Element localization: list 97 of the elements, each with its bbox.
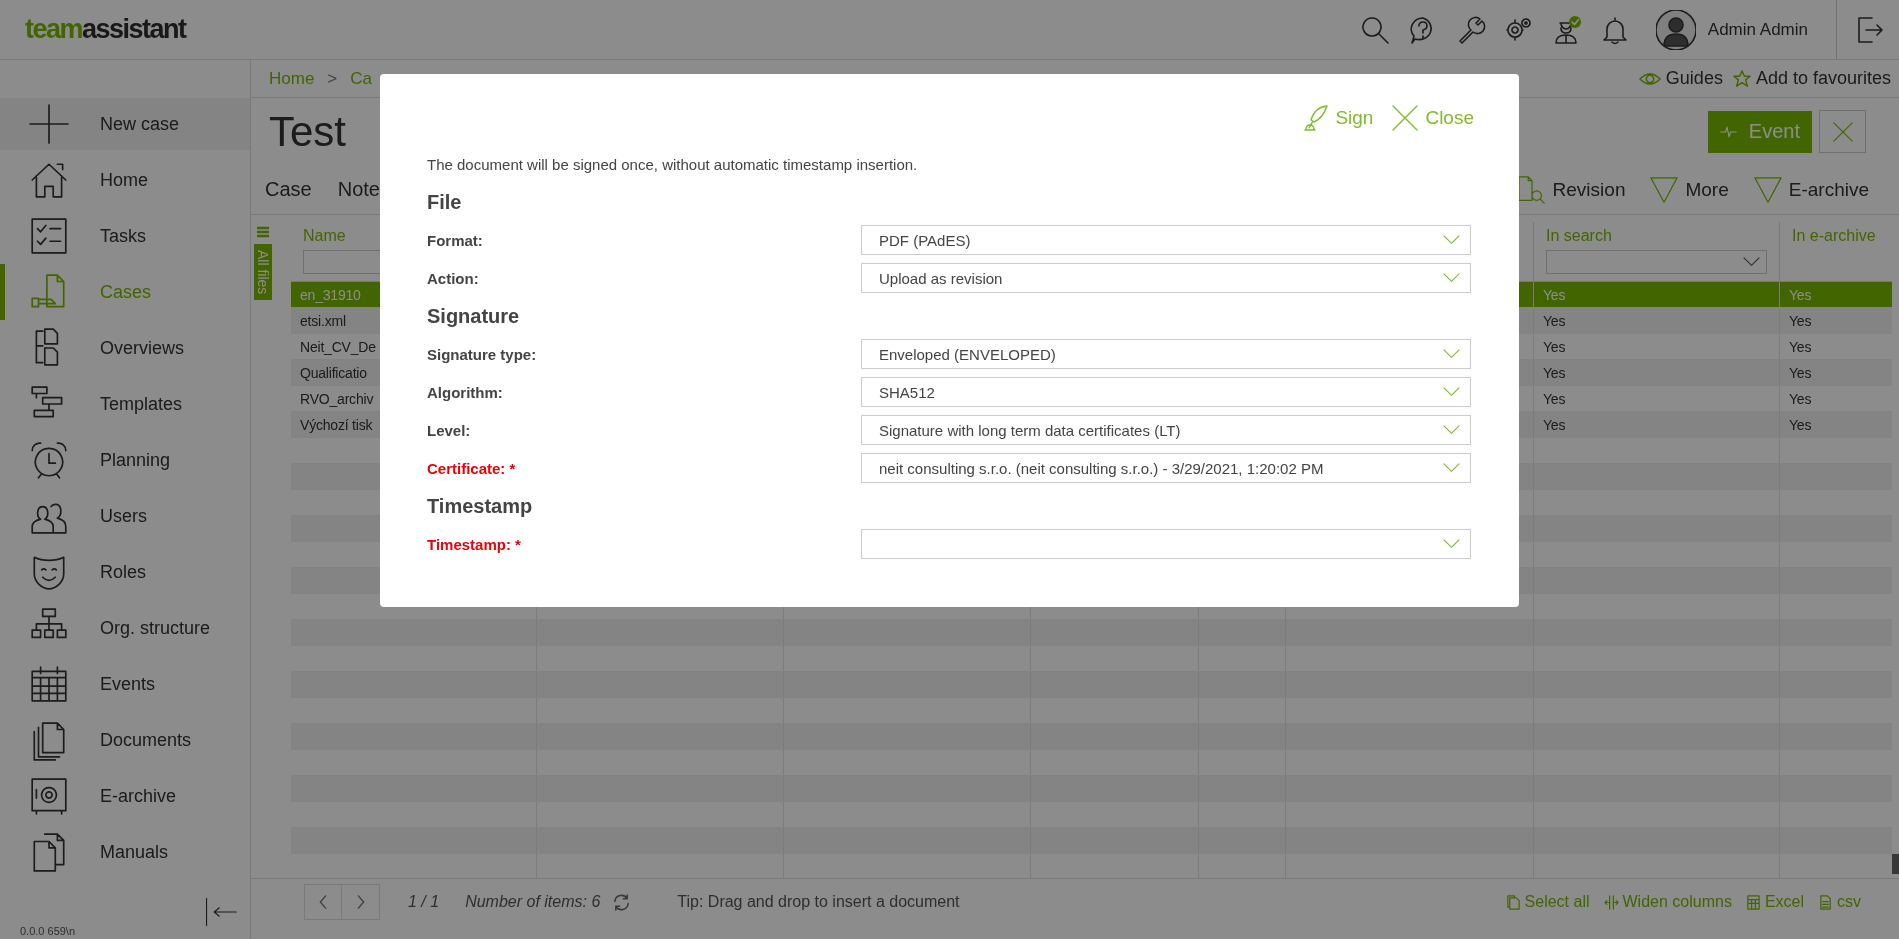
field-label: Algorithm:	[427, 383, 503, 401]
chevron-down-icon	[1443, 273, 1460, 283]
table-cell: etsi.xml	[300, 313, 346, 329]
page-indicator: 1 / 1	[408, 893, 440, 911]
chevron-down-icon	[1443, 349, 1460, 359]
field-label: Certificate: *	[427, 459, 516, 477]
version-text: 0.0.0 659\n	[20, 925, 76, 937]
table-cell: en_31910	[300, 287, 361, 303]
collapse-icon[interactable]	[204, 897, 238, 927]
breadcrumb-separator: >	[327, 68, 338, 89]
close-icon	[1391, 104, 1420, 132]
dropdown-field[interactable]	[861, 529, 1471, 559]
page-link[interactable]: Guides	[1638, 68, 1723, 89]
close-icon	[1831, 120, 1854, 143]
copy-icon	[1505, 894, 1521, 910]
nav-icon	[28, 439, 70, 481]
sidebar-item[interactable]: Planning	[0, 432, 250, 488]
user-name[interactable]: Admin Admin	[1707, 19, 1808, 40]
toolbar-button[interactable]: More	[1649, 174, 1729, 205]
sidebar-item[interactable]: Users	[0, 488, 250, 544]
sidebar-item[interactable]: Templates	[0, 376, 250, 432]
table-cell: Yes	[1543, 287, 1566, 303]
dropdown-field[interactable]: PDF (PAdES)	[861, 225, 1471, 255]
scrollbar-thumb[interactable]	[1892, 854, 1899, 874]
tab[interactable]: Case	[265, 178, 312, 201]
chevron-down-icon	[1443, 387, 1460, 397]
refresh-icon[interactable]	[612, 892, 632, 912]
field-label: Level:	[427, 421, 471, 439]
logout-icon[interactable]	[1855, 14, 1885, 45]
sidebar-item[interactable]: Tasks	[0, 208, 250, 264]
dropdown-field[interactable]: Upload as revision	[861, 263, 1471, 293]
table-cell: Neit_CV_De	[300, 339, 376, 355]
triangle-icon	[1752, 174, 1783, 205]
item-count: Number of items: 6	[465, 893, 601, 911]
table-cell: Yes	[1543, 313, 1566, 329]
page-link[interactable]: Add to favourites	[1732, 68, 1891, 89]
triangle-icon	[1649, 174, 1680, 205]
table-cell: Yes	[1789, 313, 1812, 329]
sidebar-item[interactable]: Manuals	[0, 824, 250, 880]
chevron-down-icon	[1443, 539, 1460, 549]
sidebar-item[interactable]: Org. structure	[0, 600, 250, 656]
search-icon[interactable]	[1359, 14, 1390, 45]
section-heading: Timestamp	[427, 494, 534, 519]
dialog-note: The document will be signed once, without automatic timestamp insertion.	[427, 156, 919, 173]
columns-icon	[1603, 894, 1619, 910]
table-cell: Qualificatio	[300, 365, 367, 381]
field-label: Timestamp: *	[427, 535, 521, 553]
chevron-right-icon	[355, 895, 366, 909]
nav-icon	[28, 215, 70, 257]
table-cell: Yes	[1543, 391, 1566, 407]
eye-icon	[1638, 70, 1661, 87]
sidebar-item[interactable]: E-archive	[0, 768, 250, 824]
dropdown-field[interactable]: SHA512	[861, 377, 1471, 407]
star-icon	[1732, 69, 1751, 88]
table-cell: Výchozí tisk	[300, 417, 373, 433]
avatar-icon[interactable]	[1655, 9, 1696, 50]
toolbar-button[interactable]: Revision	[1516, 174, 1626, 205]
sidebar-item[interactable]: Overviews	[0, 320, 250, 376]
table-cell: Yes	[1789, 365, 1812, 381]
nav-icon	[28, 775, 70, 817]
spreadsheet-icon	[1745, 894, 1761, 910]
tip-text: Tip: Drag and drop to insert a document	[677, 893, 960, 911]
document-search-icon	[1516, 174, 1547, 205]
dropdown-field[interactable]: Signature with long term data certificates (LT)	[861, 415, 1471, 445]
sidebar-item[interactable]: Home	[0, 152, 250, 208]
section-heading: File	[427, 190, 463, 215]
logo: teamassistant	[25, 14, 186, 45]
field-label: Format:	[427, 231, 483, 249]
table-cell: Yes	[1789, 417, 1812, 433]
quill-icon	[1301, 104, 1330, 132]
table-cell: Yes	[1789, 287, 1812, 303]
table-cell: Yes	[1543, 417, 1566, 433]
chevron-down-icon	[1443, 235, 1460, 245]
chevron-left-icon	[318, 895, 328, 909]
section-heading: Signature	[427, 304, 521, 329]
chevron-down-icon	[1443, 463, 1460, 473]
toolbar-button[interactable]: E-archive	[1752, 174, 1869, 205]
chevron-down-icon	[1743, 257, 1760, 267]
nav-icon	[28, 103, 70, 145]
dropdown-field[interactable]: neit consulting s.r.o. (neit consulting s.r.o.) - 3/29/2021, 1:20:02 PM	[861, 453, 1471, 483]
table-cell: Yes	[1543, 365, 1566, 381]
sidebar-item[interactable]: New case	[0, 98, 250, 150]
nav-icon	[28, 663, 70, 705]
table-cell: Yes	[1543, 339, 1566, 355]
field-label: Signature type:	[427, 345, 537, 363]
table-cell: Yes	[1789, 339, 1812, 355]
file-icon	[1818, 894, 1833, 910]
sidebar-item[interactable]: Events	[0, 656, 250, 712]
page-title: Test	[269, 107, 347, 156]
field-label: Action:	[427, 269, 479, 287]
tab[interactable]: Note	[337, 178, 380, 201]
sidebar-item[interactable]: Roles	[0, 544, 250, 600]
chevron-down-icon	[1443, 425, 1460, 435]
table-cell: RVO_archiv	[300, 391, 374, 407]
table-cell: Yes	[1789, 391, 1812, 407]
sidebar-item[interactable]: Documents	[0, 712, 250, 768]
dropdown-field[interactable]: Enveloped (ENVELOPED)	[861, 339, 1471, 369]
